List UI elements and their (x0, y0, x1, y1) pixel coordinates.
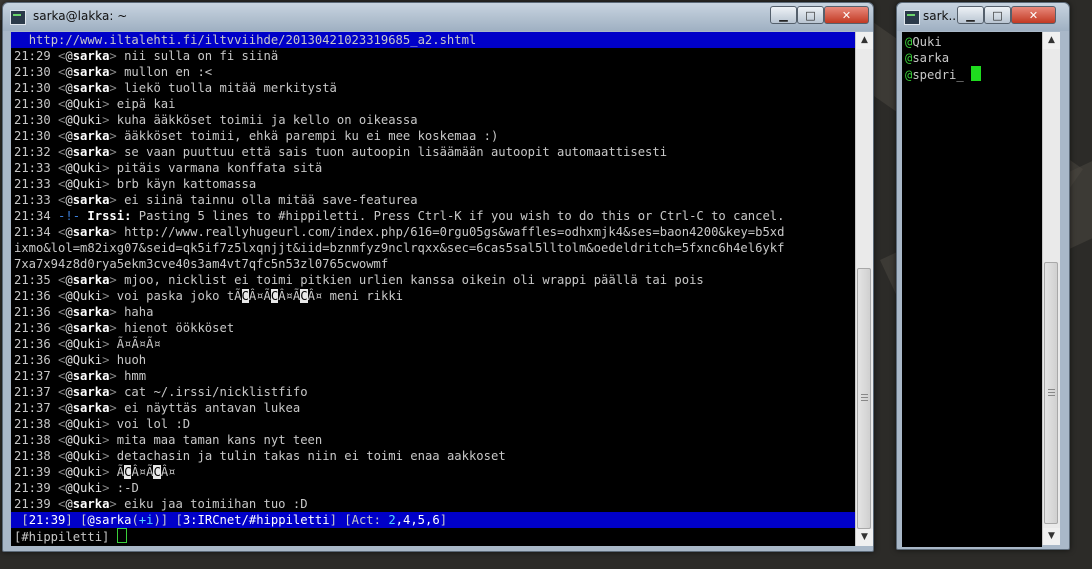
message-line: 21:36 <@Quki> huoh (14, 353, 147, 367)
terminal-window: sarka@lakka: ~ ▁ □ ✕ http://www.iltaleht… (2, 2, 874, 552)
message-line: 21:39 <@sarka> eiku jaa toimiihan tuo :D (14, 497, 308, 511)
message-list: 21:29 <@sarka> nii sulla on fi siinä 21:… (11, 48, 855, 512)
nicklist-title-bar[interactable]: sark... ▁ □ ✕ (897, 3, 1069, 31)
terminal-icon (10, 10, 26, 25)
window-title: sarka@lakka: ~ (33, 9, 128, 23)
message-line: 21:35 <@sarka> mjoo, nicklist ei toimi p… (14, 273, 704, 287)
nicklist-window-title: sark... (923, 9, 960, 23)
maximize-button[interactable]: □ (984, 6, 1011, 24)
message-continuation: ixmo&lol=m82ixg07&seid=qk5if7z5lxqnjjt&i… (14, 241, 785, 255)
message-line: 21:34 <@sarka> http://www.reallyhugeurl.… (14, 225, 785, 239)
message-line: 21:39 <@Quki> :-D (14, 481, 139, 495)
scroll-up-arrow-icon[interactable]: ▲ (1043, 32, 1060, 49)
input-line[interactable]: [#hippiletti] (11, 528, 855, 544)
message-line: 21:30 <@Quki> eipä kai (14, 97, 176, 111)
scrollbar-thumb[interactable] (857, 268, 871, 529)
maximize-button[interactable]: □ (797, 6, 824, 24)
minimize-button[interactable]: ▁ (957, 6, 984, 24)
topic-bar: http://www.iltalehti.fi/iltvviihde/20130… (11, 32, 855, 48)
scroll-down-arrow-icon[interactable]: ▼ (1043, 528, 1060, 545)
minimize-button[interactable]: ▁ (770, 6, 797, 24)
text-cursor (116, 528, 127, 543)
nick-entry[interactable]: @Quki (902, 34, 1042, 50)
close-button[interactable]: ✕ (824, 6, 869, 24)
message-continuation: 7xa7x94z8d0rya5ekm3cve40s3am4vt7qfc5n53z… (14, 257, 389, 271)
message-line: 21:37 <@sarka> cat ~/.irssi/nicklistfifo (14, 385, 308, 399)
message-line: 21:38 <@Quki> detachasin ja tulin takas … (14, 449, 506, 463)
message-line: 21:33 <@Quki> pitäis varmana konffata si… (14, 161, 323, 175)
message-line: 21:30 <@sarka> ääkköset toimii, ehkä par… (14, 129, 499, 143)
title-bar[interactable]: sarka@lakka: ~ ▁ □ ✕ (3, 3, 873, 31)
nick-entry[interactable]: @sarka (902, 50, 1042, 66)
message-line: 21:36 <@Quki> voi paska joko tÃCÂ¤ÃCÂ¤ÃC… (14, 289, 404, 303)
message-line: 21:29 <@sarka> nii sulla on fi siinä (14, 49, 279, 63)
message-line: 21:37 <@sarka> hmm (14, 369, 147, 383)
message-line: 21:30 <@Quki> kuha ääkköset toimii ja ke… (14, 113, 418, 127)
message-line: 21:38 <@Quki> voi lol :D (14, 417, 191, 431)
message-line: 21:33 <@sarka> ei siinä tainnu olla mitä… (14, 193, 418, 207)
message-line: 21:37 <@sarka> ei näyttäs antavan lukea (14, 401, 301, 415)
topic-url[interactable]: http://www.iltalehti.fi/iltvviihde/20130… (29, 33, 477, 47)
message-line: 21:36 <@Quki> Ã¤Ã¤Ã¤ (14, 337, 161, 351)
prompt-channel: [#hippiletti] (14, 530, 110, 544)
nicklist-window: sark... ▁ □ ✕ @Quki @sarka @spedri_ ▲ ▼ (896, 2, 1070, 550)
vertical-scrollbar[interactable]: ▲ ▼ (855, 32, 873, 546)
scroll-down-arrow-icon[interactable]: ▼ (856, 529, 873, 546)
scroll-up-arrow-icon[interactable]: ▲ (856, 32, 873, 49)
message-line: 21:38 <@Quki> mita maa taman kans nyt te… (14, 433, 323, 447)
message-line: 21:30 <@sarka> mullon en :< (14, 65, 213, 79)
nicklist-terminal[interactable]: @Quki @sarka @spedri_ (902, 32, 1042, 547)
nick-entry[interactable]: @spedri_ (902, 66, 1042, 82)
message-line: 21:39 <@Quki> ÃCÂ¤ÃCÂ¤ (14, 465, 176, 479)
close-button[interactable]: ✕ (1011, 6, 1056, 24)
message-line: 21:36 <@sarka> haha (14, 305, 154, 319)
terminal-icon (904, 10, 920, 25)
message-line: 21:36 <@sarka> hienot öökköset (14, 321, 235, 335)
info-line: 21:34 -!- Irssi: Pasting 5 lines to #hip… (14, 209, 785, 223)
irssi-terminal[interactable]: http://www.iltalehti.fi/iltvviihde/20130… (11, 32, 855, 546)
message-line: 21:30 <@sarka> liekö tuolla mitää merkit… (14, 81, 337, 95)
text-cursor (971, 66, 982, 81)
message-line: 21:33 <@Quki> brb käyn kattomassa (14, 177, 257, 191)
scrollbar-thumb[interactable] (1044, 262, 1058, 524)
nicklist-scrollbar[interactable]: ▲ ▼ (1042, 32, 1060, 545)
status-bar: [21:39] [@sarka(+i)] [3:IRCnet/#hippilet… (11, 512, 855, 528)
message-line: 21:32 <@sarka> se vaan puuttuu että sais… (14, 145, 668, 159)
